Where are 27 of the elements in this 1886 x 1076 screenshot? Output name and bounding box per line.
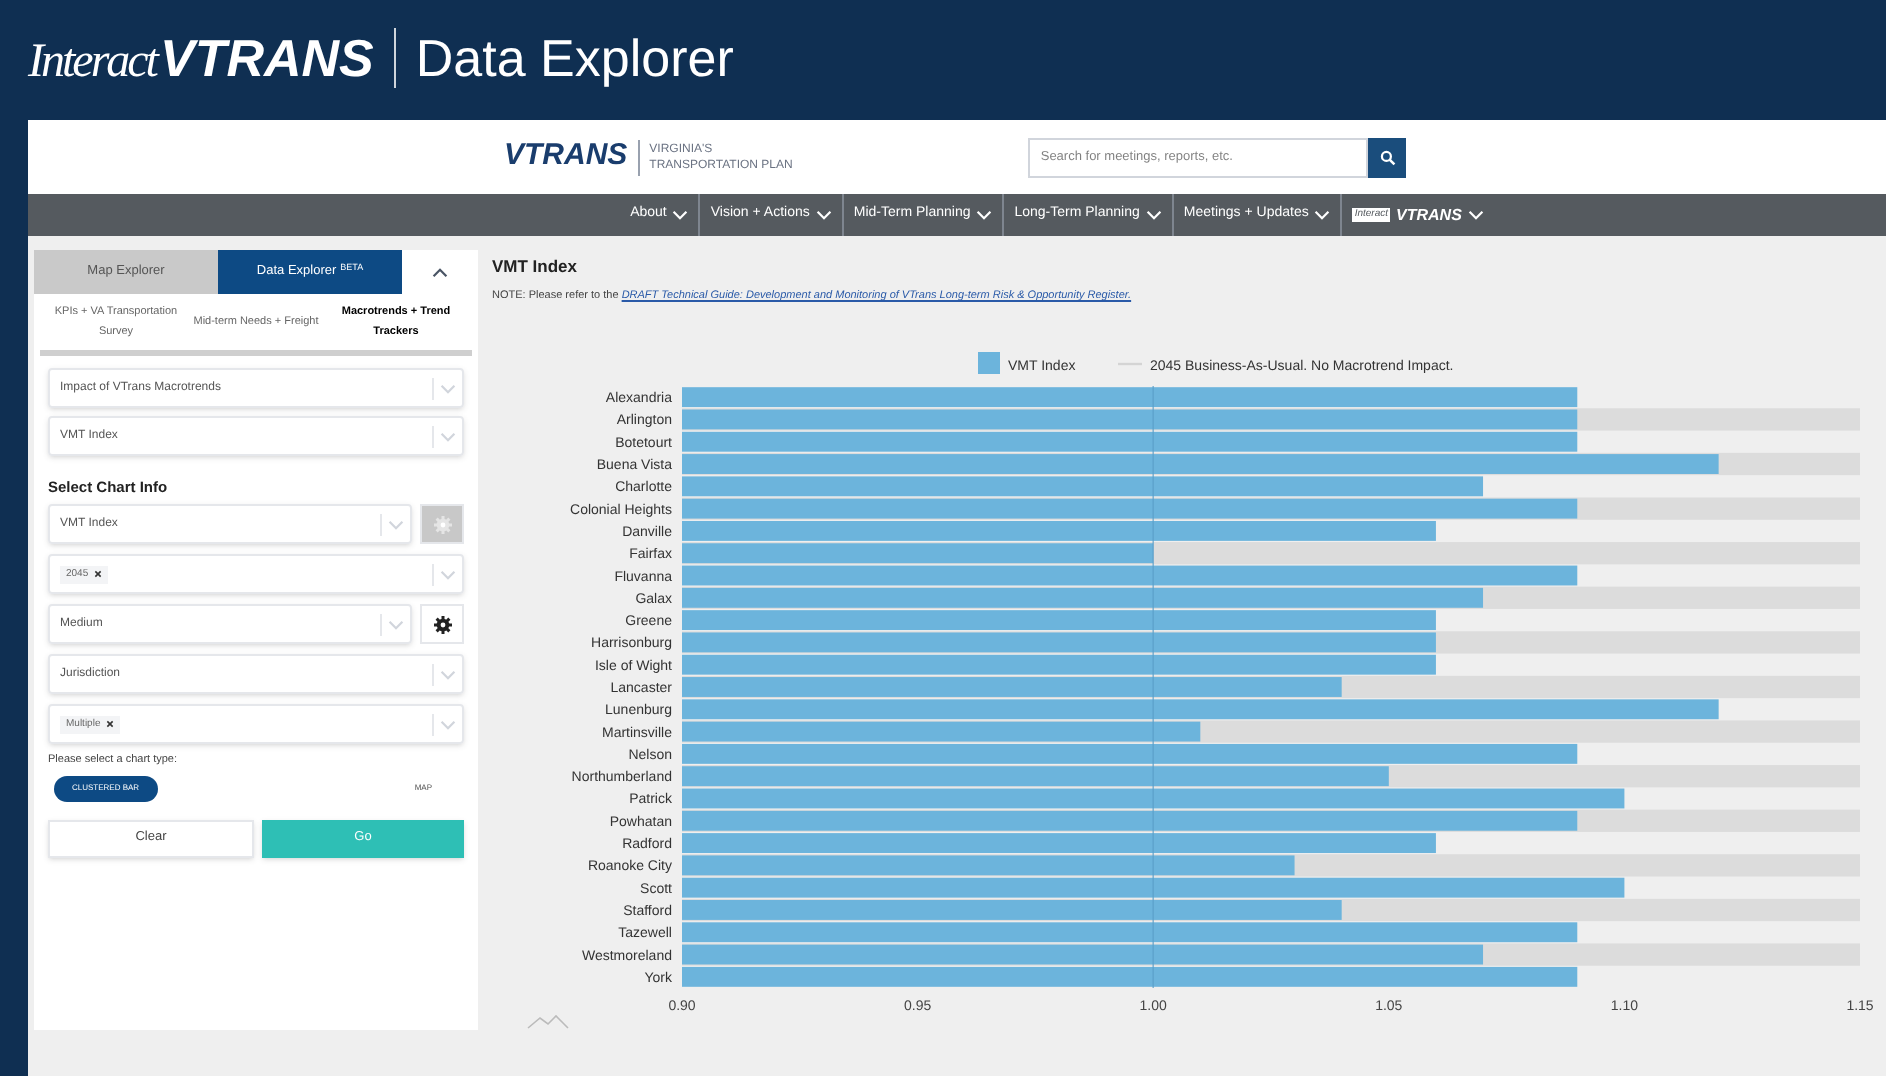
brand-logo-text: Interact <box>28 33 156 91</box>
gear-icon <box>433 515 451 534</box>
remove-icon[interactable] <box>106 720 115 729</box>
remove-icon[interactable] <box>94 570 103 579</box>
chevron-down-icon <box>976 210 993 220</box>
site-logo[interactable]: VTRANS <box>504 134 628 180</box>
chevron-down-icon <box>440 431 456 441</box>
chevron-down-icon <box>1145 210 1162 220</box>
gear-icon <box>433 615 451 634</box>
search-icon <box>1379 149 1396 165</box>
settings-button[interactable] <box>420 604 464 645</box>
chevron-down-icon <box>672 210 689 220</box>
chevron-down-icon <box>440 383 456 393</box>
chevron-down-icon <box>440 669 456 680</box>
chevron-down-icon <box>440 719 456 730</box>
search-button[interactable] <box>1368 137 1407 177</box>
chart-title: VMT Index <box>492 254 580 280</box>
chevron-down-icon <box>388 519 404 530</box>
mountain-icon <box>527 1014 569 1029</box>
app-title: Data Explorer <box>415 25 734 91</box>
chevron-down-icon <box>440 569 456 580</box>
chevron-up-icon <box>432 267 448 277</box>
chevron-down-icon <box>1314 210 1331 220</box>
brand-logo-text: VTRANS <box>159 25 374 91</box>
chevron-down-icon <box>1467 210 1484 220</box>
chevron-down-icon <box>388 619 404 630</box>
chevron-down-icon <box>815 210 832 220</box>
